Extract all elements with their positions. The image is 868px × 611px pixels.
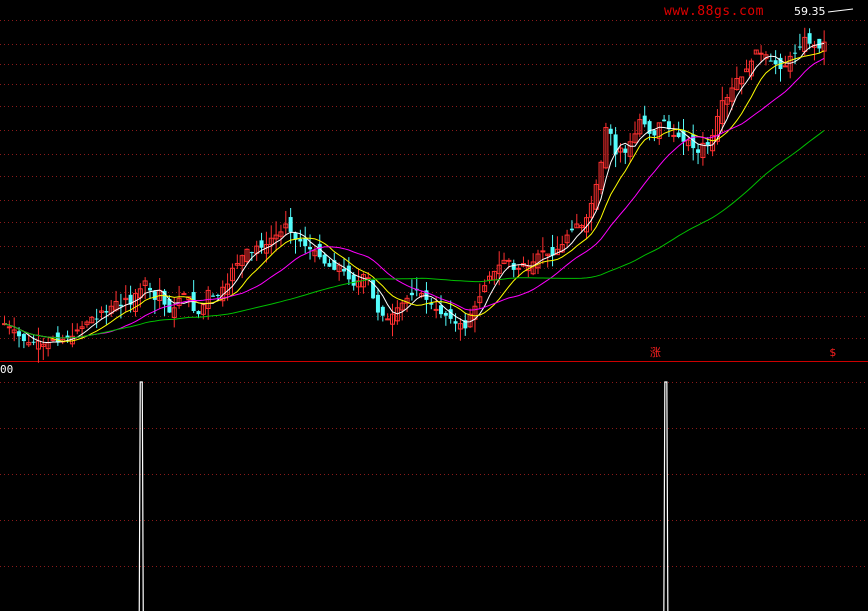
- signal-spike: [663, 381, 669, 611]
- candle-body-up: [6, 326, 12, 329]
- candle-body-down: [308, 246, 313, 250]
- candle-body-down: [118, 304, 123, 307]
- candle-body-down: [642, 115, 647, 125]
- candle-body-down: [351, 274, 356, 286]
- candle-body-up: [365, 277, 371, 280]
- ma60-line: [4, 130, 825, 339]
- chart-canvas[interactable]: [0, 0, 868, 611]
- candle-body-down: [104, 311, 109, 313]
- ma10-line: [4, 50, 825, 342]
- candle-body-down: [652, 130, 657, 136]
- candle-body-up: [74, 329, 80, 332]
- candle-body-down: [215, 294, 220, 296]
- candle-body-down: [346, 265, 351, 280]
- signal-spike: [138, 381, 144, 611]
- candle-body-down: [17, 331, 22, 337]
- candle-body-down: [94, 318, 99, 320]
- candle-body-down: [511, 263, 516, 270]
- candle-body-up: [540, 250, 546, 253]
- candle-body-down: [773, 60, 778, 65]
- candle-body-down: [443, 312, 448, 316]
- candle-body-down: [662, 119, 667, 122]
- stock-chart-window: www.88gs.com 59.35 00 涨 $: [0, 0, 868, 611]
- candle-body-up: [506, 259, 512, 262]
- candle-body-down: [152, 291, 157, 300]
- candle-body-down: [453, 321, 458, 324]
- high-price-label: 59.35: [794, 5, 826, 18]
- candle-body-down: [705, 142, 710, 145]
- candle-body-down: [288, 217, 293, 232]
- candle-body-down: [768, 60, 773, 62]
- candle-body-up: [758, 52, 764, 55]
- candle-body-down: [196, 311, 201, 315]
- candle-body-down: [409, 292, 414, 296]
- candle-body-up: [671, 134, 677, 137]
- high-marker-arrow: [827, 8, 854, 13]
- candle-body-up: [782, 65, 788, 68]
- candle-body-down: [259, 240, 264, 248]
- candle-body-down: [375, 294, 380, 313]
- candle-body-up: [385, 318, 391, 321]
- candle-body-down: [327, 263, 332, 267]
- candle-body-up: [181, 293, 187, 296]
- candle-body-down: [211, 295, 216, 297]
- candle-body-down: [793, 52, 798, 54]
- candle-body-down: [298, 239, 303, 242]
- signal-marker-rise: 涨: [649, 346, 661, 359]
- sub-chart-axis-label: 00: [0, 363, 14, 376]
- candle-body-down: [322, 254, 327, 264]
- candle-body-down: [676, 132, 681, 138]
- candle-body-up: [433, 308, 439, 311]
- candle-body-up: [516, 267, 522, 270]
- ma5-line: [4, 42, 825, 344]
- candle-body-down: [249, 252, 254, 254]
- signal-marker-dollar: $: [829, 346, 837, 359]
- candle-body-down: [608, 128, 613, 134]
- candle-body-down: [797, 46, 802, 48]
- candle-body-down: [439, 305, 443, 315]
- candle-body-down: [613, 134, 618, 155]
- candle-body-down: [569, 228, 574, 231]
- candle-body-down: [623, 148, 628, 153]
- candle-body-down: [31, 341, 36, 343]
- candle-body-down: [148, 287, 152, 291]
- candle-body-down: [807, 33, 812, 44]
- candle-body-down: [380, 306, 385, 316]
- watermark-url: www.88gs.com: [664, 4, 764, 19]
- candle-body-down: [303, 237, 308, 247]
- candle-body-down: [21, 334, 26, 342]
- candle-body-down: [696, 149, 701, 153]
- candle-body-down: [342, 268, 346, 272]
- ma20-line: [4, 57, 825, 339]
